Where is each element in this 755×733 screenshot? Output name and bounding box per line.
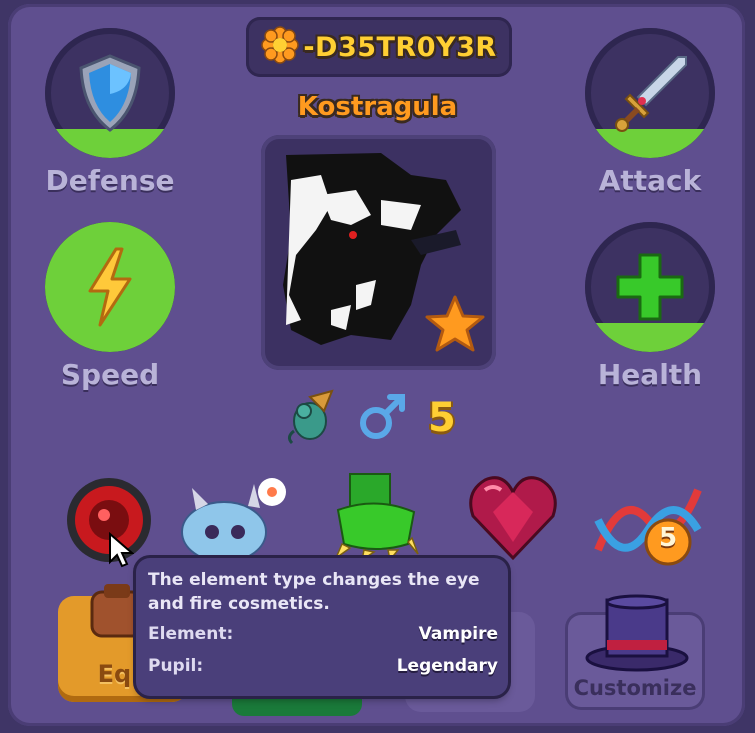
defense-circle — [45, 28, 175, 158]
tooltip-pupil-row: Pupil: Legendary — [148, 656, 498, 676]
attack-label: Attack — [598, 164, 702, 197]
star-icon[interactable] — [424, 294, 486, 358]
dna-level-badge: 5 — [658, 523, 678, 553]
top-hat-icon — [582, 594, 692, 678]
plus-icon — [585, 222, 715, 352]
tooltip-pupil-label: Pupil: — [148, 656, 204, 676]
monster-name-plate[interactable]: -D35TR0Y3R — [246, 17, 512, 77]
defense-label: Defense — [45, 164, 175, 197]
green-button[interactable] — [232, 696, 362, 716]
health-label: Health — [597, 358, 703, 391]
blue-creature-icon[interactable] — [178, 470, 288, 569]
lightning-icon — [45, 222, 175, 352]
stat-health[interactable]: Health — [580, 222, 720, 391]
green-claw-icon[interactable] — [328, 470, 424, 564]
health-circle — [585, 222, 715, 352]
orange-flower-icon — [261, 26, 300, 68]
customize-button-label: Customize — [573, 676, 697, 700]
shield-icon — [45, 28, 175, 158]
tooltip-description: The element type changes the eye and fir… — [148, 570, 480, 614]
attack-circle — [585, 28, 715, 158]
stat-speed[interactable]: Speed — [40, 222, 180, 391]
monster-info-row: 5 — [280, 388, 490, 448]
mouse-cursor-icon — [108, 531, 135, 572]
element-tooltip: The element type changes the eye and fir… — [136, 558, 508, 696]
sword-icon — [585, 28, 715, 158]
monster-portrait — [261, 135, 496, 370]
tooltip-element-row: Element: Vampire — [148, 624, 498, 644]
tooltip-element-label: Element: — [148, 624, 234, 644]
monster-level: 5 — [428, 395, 456, 441]
crimson-heart-icon[interactable] — [465, 472, 561, 566]
dna-icon[interactable]: 5 — [592, 480, 704, 580]
stat-attack[interactable]: Attack — [580, 28, 720, 197]
male-icon — [356, 389, 410, 447]
stat-defense[interactable]: Defense — [40, 28, 180, 197]
dragon-icon[interactable] — [280, 387, 338, 449]
speed-circle — [45, 222, 175, 352]
speed-label: Speed — [60, 358, 160, 391]
monster-name: -D35TR0Y3R — [303, 31, 497, 63]
tooltip-pupil-value: Legendary — [396, 656, 498, 676]
tooltip-element-value: Vampire — [418, 624, 498, 644]
